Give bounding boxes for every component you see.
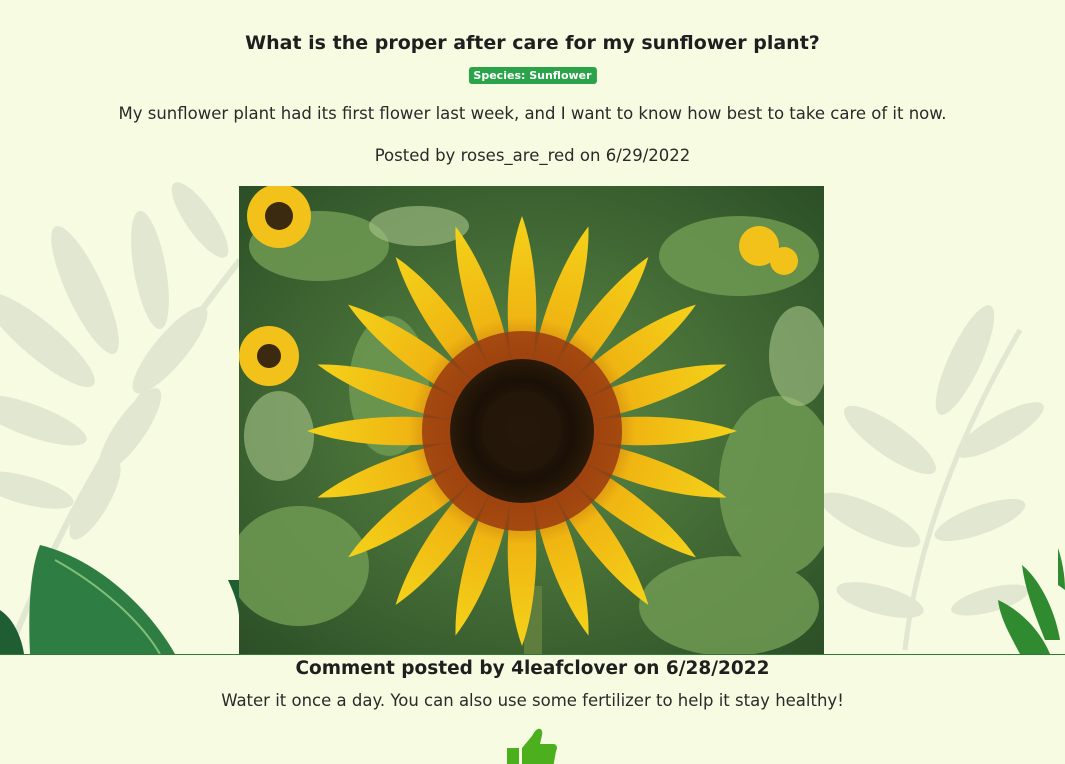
- species-badge[interactable]: Species: Sunflower: [468, 67, 597, 84]
- thumbs-up-icon: [507, 728, 557, 764]
- post-body: My sunflower plant had its first flower …: [118, 104, 947, 123]
- comment-heading: Comment posted by 4leafclover on 6/28/20…: [295, 658, 770, 679]
- comment-body: Water it once a day. You can also use so…: [221, 691, 844, 710]
- comment-divider: [0, 654, 1065, 655]
- post-title: What is the proper after care for my sun…: [245, 32, 820, 54]
- post-page: What is the proper after care for my sun…: [0, 0, 1065, 764]
- like-button[interactable]: [505, 728, 559, 764]
- post-image: [239, 186, 824, 654]
- post-meta: Posted by roses_are_red on 6/29/2022: [374, 146, 691, 165]
